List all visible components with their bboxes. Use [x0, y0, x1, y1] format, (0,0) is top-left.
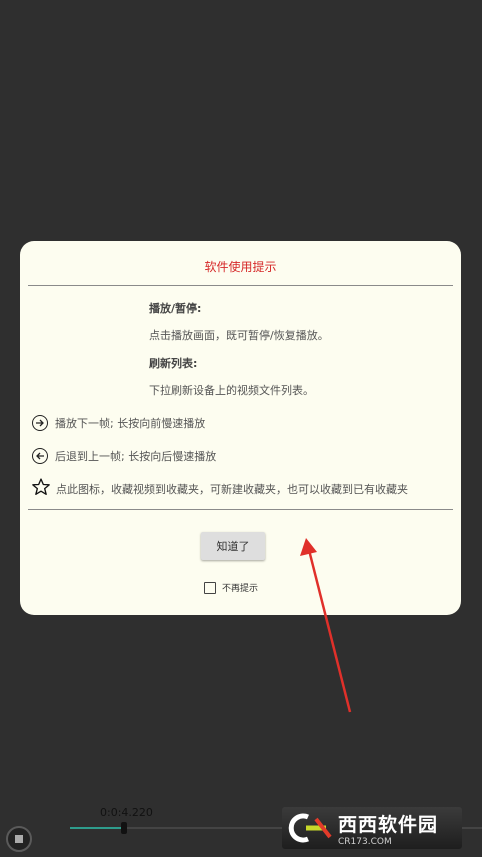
- stop-icon: [15, 835, 23, 843]
- star-icon: [31, 477, 51, 501]
- refresh-list-heading: 刷新列表:: [149, 357, 198, 370]
- cr-logo-icon: [286, 811, 336, 845]
- hint-favorite: 点此图标，收藏视频到收藏夹，可新建收藏夹，也可以收藏到已有收藏夹: [31, 477, 408, 501]
- dont-show-again-label: 不再提示: [222, 584, 259, 594]
- hint-favorite-text: 点此图标，收藏视频到收藏夹，可新建收藏夹，也可以收藏到已有收藏夹: [56, 483, 408, 496]
- seek-thumb[interactable]: [121, 822, 127, 834]
- play-pause-text: 点击播放画面，既可暂停/恢复播放。: [149, 329, 329, 342]
- stop-button[interactable]: [6, 826, 32, 852]
- refresh-list-text: 下拉刷新设备上的视频文件列表。: [149, 384, 314, 397]
- watermark-site: CR173.COM: [338, 836, 392, 847]
- play-pause-heading: 播放/暂停:: [149, 302, 202, 315]
- content-divider: [28, 509, 453, 510]
- arrow-right-circle-icon: [32, 415, 48, 431]
- hint-next-frame: 播放下一帧; 长按向前慢速播放: [32, 413, 205, 433]
- dont-show-again-row[interactable]: 不再提示: [204, 581, 258, 594]
- seek-progress: [70, 827, 124, 829]
- watermark: 西西软件园 CR173.COM: [282, 807, 462, 849]
- hint-prev-frame: 后退到上一帧; 长按向后慢速播放: [32, 446, 216, 466]
- playback-time: 0:0:4.220: [100, 806, 153, 819]
- dialog-title: 软件使用提示: [204, 260, 277, 274]
- hint-next-frame-text: 播放下一帧; 长按向前慢速播放: [55, 417, 206, 430]
- hint-prev-frame-text: 后退到上一帧; 长按向后慢速播放: [55, 450, 217, 463]
- title-divider: [28, 285, 453, 286]
- arrow-left-circle-icon: [32, 448, 48, 464]
- dont-show-again-checkbox[interactable]: [204, 581, 216, 594]
- screen: 软件使用提示 播放/暂停: 点击播放画面，既可暂停/恢复播放。 刷新列表: 下拉…: [0, 0, 482, 857]
- ok-button[interactable]: 知道了: [201, 532, 265, 560]
- usage-tips-dialog: 软件使用提示 播放/暂停: 点击播放画面，既可暂停/恢复播放。 刷新列表: 下拉…: [20, 241, 461, 615]
- watermark-brand: 西西软件园: [338, 813, 439, 836]
